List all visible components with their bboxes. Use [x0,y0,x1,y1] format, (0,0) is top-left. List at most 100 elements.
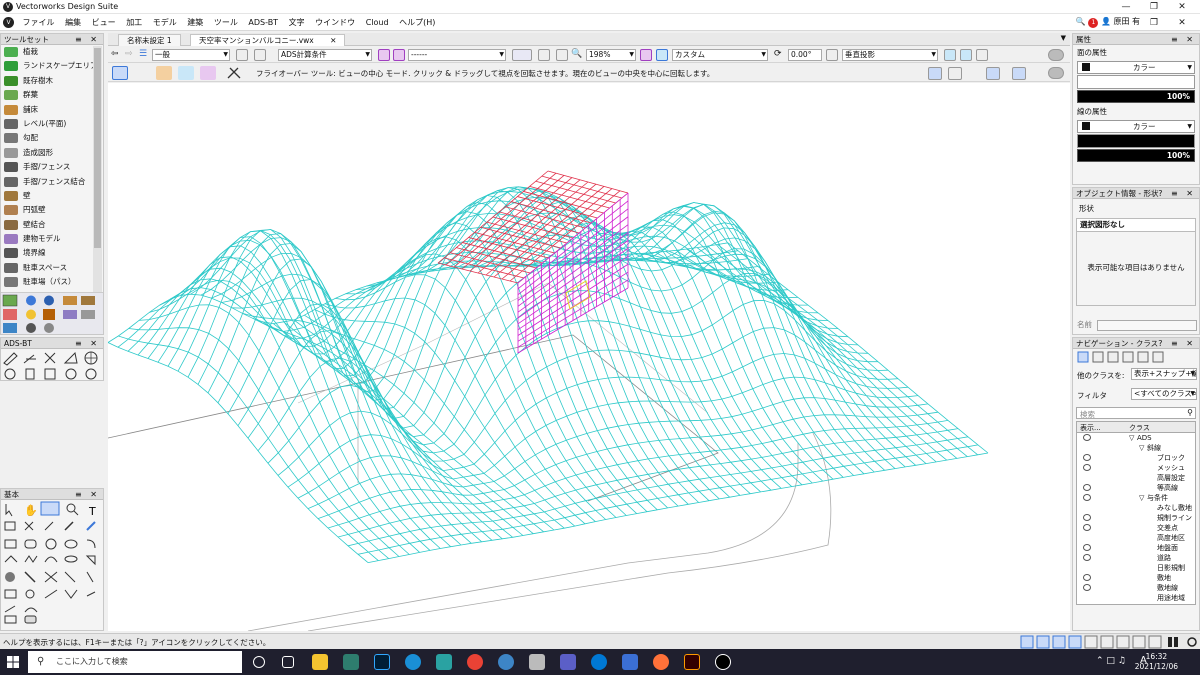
class-row[interactable]: ▽ 斜線 [1077,443,1195,453]
menu-view[interactable]: ビュー [88,14,120,31]
tool-item[interactable]: 駐車場（パス） [1,275,103,289]
class-row[interactable]: 高度地区 [1077,533,1195,543]
class-row[interactable]: 規制ライン [1077,513,1195,523]
minimize-button[interactable]: — [1114,1,1138,13]
menu-modify[interactable]: 加工 [122,14,146,31]
task-view-icon[interactable] [282,656,294,668]
snap-icon-2[interactable] [986,67,1000,80]
tray-icons[interactable]: ⌃ □ ♫ [1096,656,1126,666]
menu-help[interactable]: ヘルプ(H) [395,14,439,31]
zoom-fit-icon[interactable] [538,49,550,61]
binocular-icon[interactable] [976,49,988,61]
file-explorer-icon[interactable] [312,654,328,670]
class-row[interactable]: 敷地 [1077,573,1195,583]
line-opacity-bar[interactable]: 100% [1077,149,1195,162]
tool-item[interactable]: 駐車スペース [1,261,103,275]
eye-icon[interactable] [1083,494,1091,501]
line-color-box[interactable] [1077,134,1195,148]
toolset-icon-grid[interactable] [1,292,103,334]
class-row[interactable]: ブロック [1077,453,1195,463]
viewbar-toggle[interactable] [1048,49,1064,61]
tool-item[interactable]: ランドスケープエリア [1,59,103,73]
app-icon-1[interactable] [343,654,359,670]
taskbar-clock[interactable]: 16:32 2021/12/06 [1135,652,1178,672]
menu-edit[interactable]: 編集 [61,14,85,31]
render-select[interactable]: ------ ▼ [408,49,506,61]
taskbar-search-input[interactable]: ⚲ ここに入力して検索 [28,651,242,673]
shape-tab[interactable]: 形状 [1073,199,1199,218]
class-select[interactable]: ADS計算条件 ▼ [278,49,372,61]
vectorworks-taskbar-icon[interactable] [715,654,731,670]
sheet-layer-icon[interactable] [378,49,390,61]
eye-icon[interactable] [1083,524,1091,531]
search-icon[interactable]: ⚲ [1187,408,1193,417]
eye-icon[interactable] [1083,584,1091,591]
app-icon-2[interactable] [436,654,452,670]
class-row[interactable]: 地盤面 [1077,543,1195,553]
drawing-canvas[interactable] [108,83,1070,631]
tool-item[interactable]: 勾配 [1,131,103,145]
firefox-icon[interactable] [653,654,669,670]
illustrator-icon[interactable] [684,654,700,670]
tabs-dropdown-icon[interactable]: ▼ [1061,34,1066,42]
class-row[interactable]: 日影規制 [1077,563,1195,573]
rotate-plane-icon[interactable]: ⟳ [774,49,782,59]
class-row[interactable]: 敷地線 [1077,583,1195,593]
snap-icon-3[interactable] [1012,67,1026,80]
menu-file[interactable]: ファイル [19,14,59,31]
tool-item[interactable]: 手摺/フェンス [1,160,103,174]
flyover-working-plane-mode[interactable] [178,66,194,80]
projection-select[interactable]: 垂直投影 ▼ [842,49,938,61]
class-row[interactable]: ▽ 与条件 [1077,493,1195,503]
name-field[interactable] [1097,320,1197,331]
panel-controls[interactable]: ≡ ✕ [75,338,100,349]
tool-item[interactable]: 境界線 [1,246,103,260]
class-icon[interactable] [254,49,266,61]
eye-icon[interactable] [1083,464,1091,471]
tab-balcony-file[interactable]: 天空率マンションバルコニー.vwx ✕ [190,34,346,46]
tool-item[interactable]: 植栽 [1,45,103,59]
render-mode-icon[interactable] [512,49,532,61]
teams-icon[interactable] [560,654,576,670]
expand-icon[interactable]: ▽ [1139,444,1144,452]
snap-toolbar[interactable] [1020,635,1200,649]
class-row[interactable]: 等高線 [1077,483,1195,493]
app-icon-4[interactable] [529,654,545,670]
eye-icon[interactable] [1083,514,1091,521]
col-visibility[interactable]: 表示... [1080,423,1101,433]
fill-color-box[interactable] [1077,75,1195,89]
eye-icon[interactable] [1083,434,1091,441]
photoshop-icon[interactable] [374,654,390,670]
edge-icon[interactable] [405,654,421,670]
basic-tool-icons[interactable]: ✋ T [1,500,103,630]
class-row[interactable]: ▽ ADS [1077,433,1195,443]
snap-icon-1[interactable] [928,67,942,80]
app-menu-icon[interactable]: V [3,17,14,28]
layer-select[interactable]: 一般 ▼ [152,49,230,61]
view-select[interactable]: カスタム ▼ [672,49,768,61]
class-row[interactable]: 道路 [1077,553,1195,563]
tab-untitled[interactable]: 名称未設定 1 [118,34,181,46]
eye-icon[interactable] [1083,574,1091,581]
grid-icon[interactable] [640,49,652,61]
user-name[interactable]: 原田 有 [1113,17,1140,26]
eye-icon[interactable] [1083,554,1091,561]
panel-controls[interactable]: ? ≡ ✕ [1158,188,1196,199]
tool-item[interactable]: 壁 [1,189,103,203]
ads-bt-tool-icons[interactable] [1,349,103,381]
zoom-field[interactable]: 198% ▼ [586,49,636,61]
toolset-icons[interactable] [1,293,103,335]
tool-preferences-icon[interactable] [226,66,242,80]
view-cube-icon[interactable] [656,49,668,61]
class-row[interactable]: みなし敷地 [1077,503,1195,513]
tool-item[interactable]: 造成図形 [1,146,103,160]
line-type-select[interactable]: カラー ▼ [1077,120,1195,133]
zoom-sel-icon[interactable] [556,49,568,61]
tool-item[interactable]: 手摺/フェンス結合 [1,175,103,189]
tool-item[interactable]: 建物モデル [1,232,103,246]
eye-icon[interactable] [1083,544,1091,551]
tool-item[interactable]: 既存樹木 [1,74,103,88]
other-classes-select[interactable]: 表示+スナップ+編集▼ [1131,368,1197,380]
toolset-scrollbar[interactable] [93,46,102,292]
panel-controls[interactable]: ≡ ✕ [75,489,100,500]
